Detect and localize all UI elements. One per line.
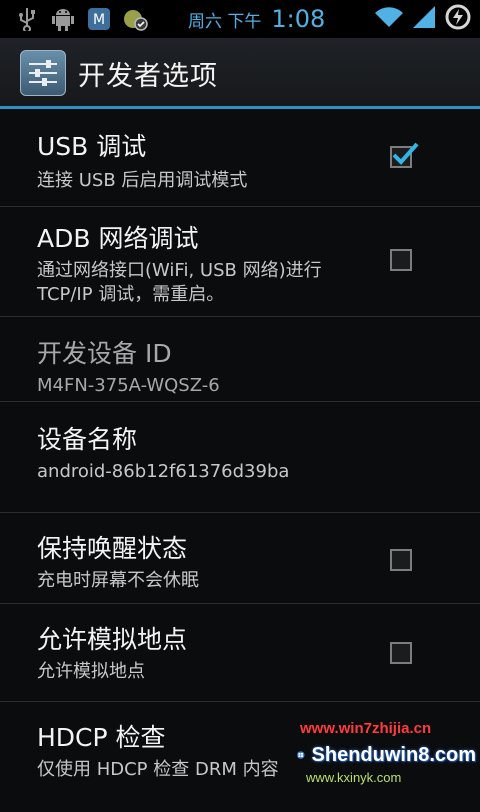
page-title: 开发者选项	[78, 60, 218, 92]
watermark-logo-text: Shenduwin8.com	[311, 743, 476, 766]
settings-sliders-icon[interactable]	[20, 50, 66, 96]
signal-icon	[412, 5, 436, 33]
pref-summary: 充电时屏幕不会休眠	[37, 570, 199, 591]
status-time: 1:08	[271, 5, 326, 33]
action-bar-divider	[0, 106, 480, 109]
pref-title: 保持唤醒状态	[37, 534, 188, 563]
usb-debugging-checkbox[interactable]	[390, 142, 419, 168]
watermark-url-bottom: www.kxinyk.com	[306, 770, 402, 785]
battery-charging-icon	[444, 3, 472, 35]
preference-list: USB 调试 连接 USB 后启用调试模式 ADB 网络调试 通过网络接口(Wi…	[0, 110, 480, 812]
watermark-logo: Shenduwin8.com	[296, 738, 476, 772]
svg-text:M: M	[93, 12, 105, 28]
android-debug-icon	[50, 6, 76, 32]
pref-summary-line: 通过网络接口(WiFi, USB 网络)进行	[37, 260, 322, 281]
pref-device-id: 开发设备 ID M4FN-375A-WQSZ-6	[0, 317, 480, 402]
pref-title: 开发设备 ID	[37, 339, 172, 368]
pref-title: ADB 网络调试	[37, 224, 199, 253]
pref-stay-awake[interactable]: 保持唤醒状态 充电时屏幕不会休眠	[0, 513, 480, 604]
recycle-notification-icon	[122, 6, 148, 32]
pref-summary: 连接 USB 后启用调试模式	[37, 170, 248, 191]
pref-summary: M4FN-375A-WQSZ-6	[37, 375, 220, 396]
pref-summary: 通过网络接口(WiFi, USB 网络)进行 TCP/IP 调试，需重启。	[37, 259, 367, 307]
wifi-icon	[374, 5, 404, 33]
app-notification-icon: M	[86, 6, 112, 32]
windows-logo-icon	[296, 751, 305, 759]
mock-locations-checkbox[interactable]	[390, 642, 412, 664]
pref-mock-locations[interactable]: 允许模拟地点 允许模拟地点	[0, 604, 480, 702]
pref-summary: android-86b12f61376d39ba	[37, 461, 290, 482]
pref-title: 设备名称	[37, 425, 138, 454]
watermark-url-top: www.win7zhijia.cn	[300, 720, 432, 737]
pref-title: 允许模拟地点	[37, 625, 188, 654]
status-date: 周六 下午	[188, 11, 262, 32]
usb-icon	[14, 6, 40, 32]
pref-usb-debugging[interactable]: USB 调试 连接 USB 后启用调试模式	[0, 110, 480, 207]
pref-adb-network-debugging[interactable]: ADB 网络调试 通过网络接口(WiFi, USB 网络)进行 TCP/IP 调…	[0, 207, 480, 317]
stay-awake-checkbox[interactable]	[390, 549, 412, 571]
pref-summary-line: TCP/IP 调试，需重启。	[37, 284, 225, 305]
action-bar: 开发者选项	[0, 38, 480, 108]
adb-network-checkbox[interactable]	[390, 249, 412, 271]
status-bar: M 周六 下午 1:08	[0, 0, 480, 38]
pref-device-name[interactable]: 设备名称 android-86b12f61376d39ba	[0, 402, 480, 513]
pref-summary: 允许模拟地点	[37, 661, 145, 682]
